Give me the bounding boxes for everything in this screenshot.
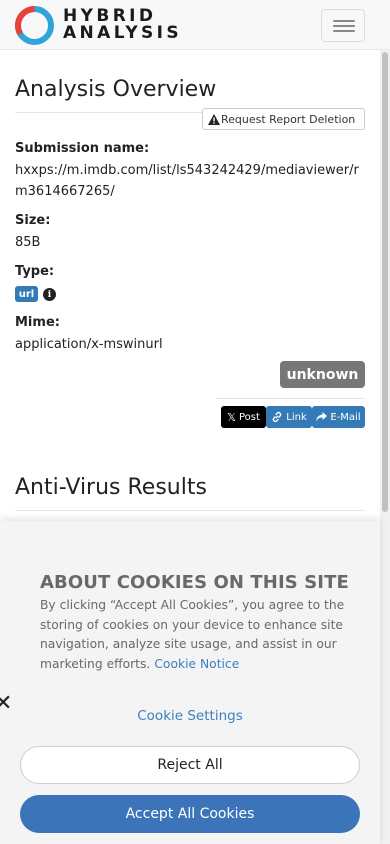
share-link-button[interactable]: Link — [266, 406, 312, 428]
mime-label: Mime: — [15, 315, 60, 330]
size-label: Size: — [15, 213, 51, 228]
type-badge: url — [15, 286, 38, 302]
link-icon — [272, 411, 282, 423]
cookie-banner-text: By clicking “Accept All Cookies”, you ag… — [40, 598, 345, 671]
divider — [15, 510, 365, 511]
divider — [216, 398, 365, 399]
share-email-label: E-Mail — [330, 411, 361, 423]
anti-virus-results-title: Anti-Virus Results — [15, 475, 207, 500]
brand-name: HYBRID ANALYSIS — [63, 6, 183, 43]
share-post-label: Post — [238, 411, 260, 423]
hybrid-analysis-logo-icon — [15, 5, 54, 45]
type-label: Type: — [15, 264, 55, 279]
warning-icon — [208, 113, 220, 125]
share-post-button[interactable]: 𝕏 Post — [221, 406, 266, 428]
cookie-banner-title: ABOUT COOKIES ON THIS SITE — [40, 572, 349, 593]
cookie-settings-button[interactable]: Cookie Settings — [0, 708, 380, 724]
share-email-button[interactable]: E-Mail — [312, 406, 365, 428]
share-arrow-icon — [316, 412, 328, 422]
cookie-notice-link[interactable]: Cookie Notice — [154, 657, 239, 671]
reject-all-button[interactable]: Reject All — [20, 746, 360, 784]
share-link-label: Link — [286, 411, 307, 423]
verdict-badge: unknown — [280, 361, 365, 388]
submission-name-label: Submission name: — [15, 141, 150, 156]
hamburger-icon — [333, 20, 355, 22]
info-icon[interactable]: i — [43, 288, 56, 301]
accept-all-cookies-button[interactable]: Accept All Cookies — [20, 795, 360, 833]
navbar: HYBRID ANALYSIS — [0, 0, 390, 50]
mime-value: application/x-mswinurl — [15, 337, 163, 352]
cookie-consent-banner: ABOUT COOKIES ON THIS SITE By clicking “… — [0, 521, 380, 844]
request-report-deletion-label: Request Report Deletion — [221, 112, 356, 126]
x-logo-icon: 𝕏 — [227, 410, 236, 424]
submission-name-value: hxxps://m.imdb.com/list/ls543242429/medi… — [15, 163, 359, 199]
request-report-deletion-button[interactable]: Request Report Deletion — [202, 108, 365, 130]
menu-toggle-button[interactable] — [321, 9, 365, 42]
analysis-overview-title: Analysis Overview — [15, 77, 217, 102]
size-value: 85B — [15, 235, 41, 250]
brand-logo[interactable]: HYBRID ANALYSIS — [14, 4, 182, 46]
scrollbar-thumb[interactable] — [382, 52, 388, 512]
